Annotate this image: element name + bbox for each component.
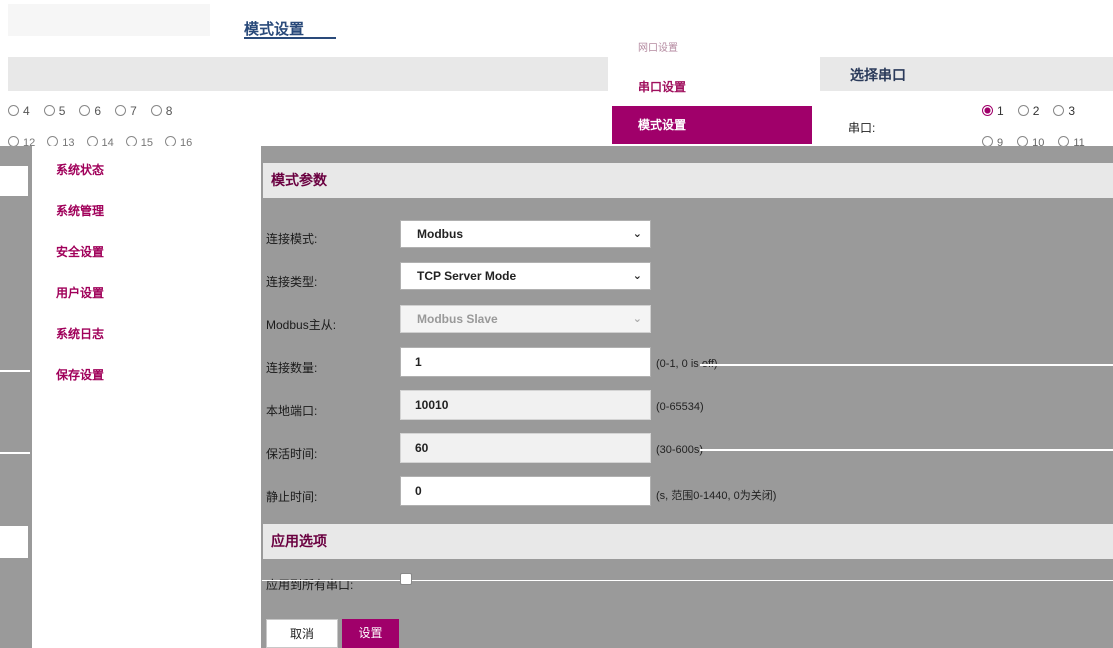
background-radio-row: 4 5 6 7 8 — [8, 104, 172, 118]
background-nav: 网口设置 串口设置 模式设置 — [612, 30, 812, 144]
keepalive-input[interactable]: 60 — [400, 433, 651, 463]
page-title-underline — [244, 37, 336, 39]
divider-line — [700, 364, 1113, 366]
apply-all-label: 应用到所有串口: — [266, 578, 354, 592]
sidebar: 系统状态 系统管理 安全设置 用户设置 系统日志 保存设置 — [32, 146, 261, 648]
keepalive-hint: (30-600s) — [656, 444, 704, 456]
idle-time-label: 静止时间: — [266, 490, 318, 504]
sidebar-item-system-status[interactable]: 系统状态 — [32, 146, 261, 187]
modbus-role-select: Modbus Slave ⌄ — [400, 305, 651, 333]
section-header-mode-params: 模式参数 — [263, 163, 1113, 198]
conn-mode-select[interactable]: Modbus ⌄ — [400, 220, 651, 248]
left-stub — [0, 166, 28, 196]
divider-line — [262, 580, 1113, 581]
conn-mode-label: 连接模式: — [266, 232, 318, 246]
submit-button[interactable]: 设置 — [342, 619, 399, 648]
chevron-down-icon: ⌄ — [632, 313, 642, 325]
conn-count-label: 连接数量: — [266, 361, 318, 375]
left-stub-line — [0, 370, 30, 372]
left-stub-line — [0, 452, 30, 454]
apply-all-checkbox[interactable] — [400, 573, 412, 585]
nav-item-network[interactable]: 网口设置 — [612, 30, 812, 68]
sidebar-item-users[interactable]: 用户设置 — [32, 269, 261, 310]
sidebar-item-system-log[interactable]: 系统日志 — [32, 310, 261, 351]
nav-item-serial[interactable]: 串口设置 — [612, 68, 812, 106]
radio-port-7[interactable]: 7 — [115, 104, 137, 118]
logo-area — [8, 4, 210, 36]
serial-port-radios: 1 2 3 — [982, 104, 1075, 118]
sidebar-item-system-management[interactable]: 系统管理 — [32, 187, 261, 228]
radio-serial-3[interactable]: 3 — [1053, 104, 1075, 118]
local-port-label: 本地端口: — [266, 404, 318, 418]
idle-time-hint: (s, 范围0-1440, 0为关闭) — [656, 490, 777, 502]
conn-type-select[interactable]: TCP Server Mode ⌄ — [400, 262, 651, 290]
left-stub — [0, 526, 28, 558]
sidebar-item-security[interactable]: 安全设置 — [32, 228, 261, 269]
conn-mode-value: Modbus — [417, 227, 463, 241]
background-header-band — [8, 57, 608, 91]
page-title: 模式设置 — [244, 21, 305, 38]
conn-count-input[interactable]: 1 — [400, 347, 651, 377]
conn-type-value: TCP Server Mode — [417, 269, 517, 283]
divider-line — [700, 449, 1113, 451]
sidebar-item-save-settings[interactable]: 保存设置 — [32, 351, 261, 392]
modbus-role-value: Modbus Slave — [417, 312, 498, 326]
conn-type-label: 连接类型: — [266, 275, 318, 289]
right-panel-title: 选择串口 — [850, 67, 906, 83]
mode-form: 模式参数 连接模式: 连接类型: Modbus主从: 连接数量: 本地端口: 保… — [262, 146, 1113, 648]
nav-item-mode[interactable]: 模式设置 — [612, 106, 812, 144]
modbus-role-label: Modbus主从: — [266, 318, 337, 332]
local-port-input[interactable]: 10010 — [400, 390, 651, 420]
radio-serial-1[interactable]: 1 — [982, 104, 1004, 118]
radio-port-5[interactable]: 5 — [43, 104, 65, 118]
radio-port-4[interactable]: 4 — [8, 104, 30, 118]
serial-port-label: 串口: — [848, 121, 876, 135]
section-header-apply-options: 应用选项 — [263, 524, 1113, 559]
cancel-button[interactable]: 取消 — [266, 619, 338, 648]
keepalive-label: 保活时间: — [266, 447, 318, 461]
radio-serial-2[interactable]: 2 — [1017, 104, 1039, 118]
idle-time-input[interactable]: 0 — [400, 476, 651, 506]
radio-port-6[interactable]: 6 — [79, 104, 101, 118]
chevron-down-icon: ⌄ — [632, 228, 642, 240]
local-port-hint: (0-65534) — [656, 401, 704, 413]
radio-port-8[interactable]: 8 — [150, 104, 172, 118]
chevron-down-icon: ⌄ — [632, 270, 642, 282]
